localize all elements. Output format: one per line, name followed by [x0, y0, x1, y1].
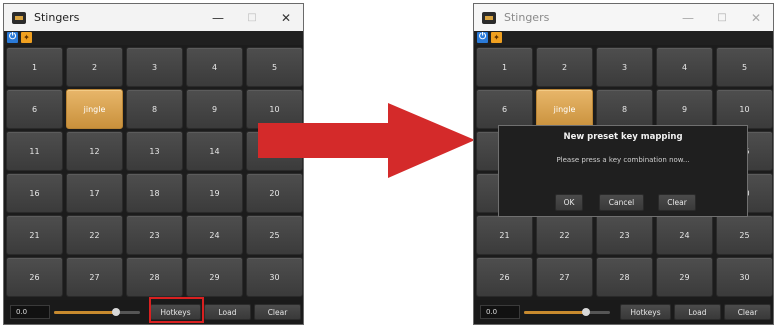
volume-slider-knob[interactable]	[581, 308, 590, 316]
stinger-button[interactable]: 26	[6, 257, 63, 297]
stinger-button[interactable]: 2	[66, 47, 123, 87]
stinger-button[interactable]: 20	[246, 173, 303, 213]
stinger-button[interactable]: 17	[66, 173, 123, 213]
stinger-button[interactable]: 27	[66, 257, 123, 297]
stinger-button[interactable]: 5	[716, 47, 773, 87]
volume-slider[interactable]	[524, 308, 610, 316]
pin-icon[interactable]: ✦	[491, 32, 502, 43]
hotkeys-highlight-box	[149, 297, 204, 323]
stinger-button[interactable]: 14	[186, 131, 243, 171]
title-bar[interactable]: Stingers — □ ✕	[474, 4, 773, 31]
stinger-button[interactable]: 10	[716, 89, 773, 129]
stinger-button[interactable]: 28	[126, 257, 183, 297]
close-button[interactable]: ✕	[269, 4, 303, 31]
stinger-button[interactable]: 19	[186, 173, 243, 213]
stinger-button[interactable]: 24	[186, 215, 243, 255]
volume-slider-fill	[524, 311, 586, 314]
stinger-button[interactable]: 25	[716, 215, 773, 255]
close-button[interactable]: ✕	[739, 4, 773, 31]
stinger-button[interactable]: jingle	[536, 89, 593, 129]
app-icon	[482, 11, 496, 24]
stinger-button[interactable]: 30	[716, 257, 773, 297]
hotkeys-button[interactable]: Hotkeys	[620, 304, 671, 320]
stinger-button[interactable]: 21	[6, 215, 63, 255]
app-icon	[12, 11, 26, 24]
stingers-window-after: Stingers — □ ✕ ⏻ ✦ 123456jingle891011121…	[473, 3, 774, 325]
pin-icon[interactable]: ✦	[21, 32, 32, 43]
stinger-button[interactable]: 2	[536, 47, 593, 87]
stinger-button[interactable]: 8	[596, 89, 653, 129]
footer-bar: 0.0 Hotkeys Load Clear	[474, 300, 773, 324]
stinger-button[interactable]: 6	[6, 89, 63, 129]
stinger-button[interactable]: 9	[186, 89, 243, 129]
stinger-button[interactable]: 12	[66, 131, 123, 171]
stinger-button[interactable]: 11	[6, 131, 63, 171]
stinger-button[interactable]: 30	[246, 257, 303, 297]
stinger-button[interactable]: 25	[246, 215, 303, 255]
stinger-button[interactable]: 29	[186, 257, 243, 297]
cancel-button[interactable]: Cancel	[599, 194, 644, 211]
key-mapping-dialog: New preset key mapping Please press a ke…	[498, 125, 748, 217]
stinger-button[interactable]: jingle	[66, 89, 123, 129]
stinger-button[interactable]: 8	[126, 89, 183, 129]
arrow-icon	[258, 103, 475, 178]
stinger-button[interactable]: 16	[6, 173, 63, 213]
stinger-button[interactable]: 5	[246, 47, 303, 87]
dialog-message: Please press a key combination now...	[556, 156, 690, 164]
window-title: Stingers	[34, 11, 80, 24]
arrow-shape	[258, 103, 475, 178]
ok-button[interactable]: OK	[555, 194, 583, 211]
stinger-button[interactable]: 1	[476, 47, 533, 87]
clear-button[interactable]: Clear	[724, 304, 771, 320]
stinger-button[interactable]: 4	[656, 47, 713, 87]
toolbar: ⏻ ✦	[4, 31, 303, 45]
stinger-button[interactable]: 13	[126, 131, 183, 171]
stinger-button[interactable]: 1	[6, 47, 63, 87]
minimize-button[interactable]: —	[671, 4, 705, 31]
stinger-button[interactable]: 21	[476, 215, 533, 255]
maximize-button[interactable]: □	[705, 4, 739, 31]
stinger-button[interactable]: 23	[596, 215, 653, 255]
power-icon[interactable]: ⏻	[477, 32, 488, 43]
stinger-button[interactable]: 3	[126, 47, 183, 87]
volume-value[interactable]: 0.0	[480, 305, 520, 319]
volume-slider-fill	[54, 311, 116, 314]
stinger-button[interactable]: 26	[476, 257, 533, 297]
minimize-button[interactable]: —	[201, 4, 235, 31]
volume-value[interactable]: 0.0	[10, 305, 50, 319]
stinger-button[interactable]: 29	[656, 257, 713, 297]
stinger-button[interactable]: 3	[596, 47, 653, 87]
stinger-button[interactable]: 18	[126, 173, 183, 213]
stinger-button[interactable]: 4	[186, 47, 243, 87]
volume-slider[interactable]	[54, 308, 140, 316]
stinger-button[interactable]: 22	[536, 215, 593, 255]
stinger-button[interactable]: 6	[476, 89, 533, 129]
load-button[interactable]: Load	[674, 304, 721, 320]
stinger-button[interactable]: 24	[656, 215, 713, 255]
stinger-button[interactable]: 22	[66, 215, 123, 255]
dialog-title: New preset key mapping	[563, 132, 683, 142]
dialog-clear-button[interactable]: Clear	[658, 194, 696, 211]
maximize-button[interactable]: □	[235, 4, 269, 31]
stinger-button[interactable]: 23	[126, 215, 183, 255]
load-button[interactable]: Load	[204, 304, 251, 320]
power-icon[interactable]: ⏻	[7, 32, 18, 43]
comparison-stage: Stingers — □ ✕ ⏻ ✦ 1 2 3 4 5 6 jingle 8 9 10 11 12 1…	[0, 0, 774, 329]
title-bar[interactable]: Stingers — □ ✕	[4, 4, 303, 31]
stinger-button[interactable]: 27	[536, 257, 593, 297]
toolbar: ⏻ ✦	[474, 31, 773, 45]
stinger-button[interactable]: 28	[596, 257, 653, 297]
volume-slider-knob[interactable]	[111, 308, 120, 316]
window-title: Stingers	[504, 11, 550, 24]
clear-button[interactable]: Clear	[254, 304, 301, 320]
stinger-button[interactable]: 9	[656, 89, 713, 129]
